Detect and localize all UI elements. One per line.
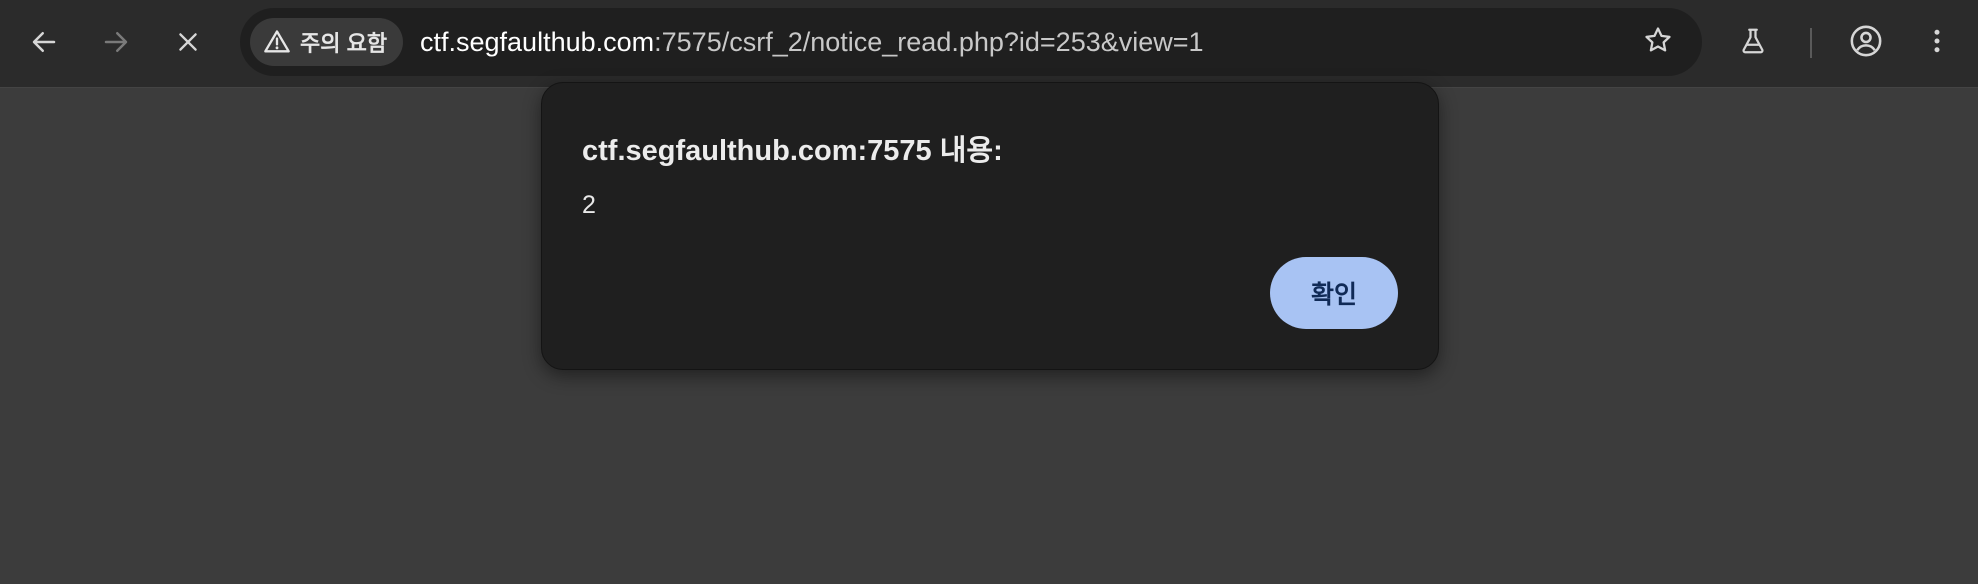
arrow-right-icon [101, 27, 131, 57]
url-path: :7575/csrf_2/notice_read.php?id=253&view… [654, 27, 1204, 57]
security-chip[interactable]: 주의 요함 [250, 18, 404, 66]
url-text[interactable]: ctf.segfaulthub.com:7575/csrf_2/notice_r… [420, 8, 1204, 76]
flask-icon [1738, 26, 1768, 61]
arrow-left-icon [29, 27, 59, 57]
account-circle-icon [1849, 24, 1883, 63]
dialog-message: 2 [582, 191, 596, 219]
bookmark-button[interactable] [1638, 22, 1678, 62]
browser-toolbar: 주의 요함 ctf.segfaulthub.com:7575/csrf_2/no… [0, 0, 1978, 88]
security-chip-label: 주의 요함 [300, 31, 388, 56]
stop-loading-button[interactable] [162, 16, 214, 68]
back-button[interactable] [18, 16, 70, 68]
browser-window: 주의 요함 ctf.segfaulthub.com:7575/csrf_2/no… [0, 0, 1978, 584]
browser-menu-button[interactable] [1912, 18, 1962, 68]
labs-button[interactable] [1728, 18, 1778, 68]
alert-dialog: ctf.segfaulthub.com:7575 내용: 2 확인 [541, 82, 1439, 370]
profile-button[interactable] [1841, 18, 1891, 68]
close-icon [175, 29, 201, 55]
forward-button[interactable] [90, 16, 142, 68]
dialog-title: ctf.segfaulthub.com:7575 내용: [582, 135, 1003, 167]
warning-triangle-icon [262, 27, 292, 57]
address-bar[interactable]: 주의 요함 ctf.segfaulthub.com:7575/csrf_2/no… [240, 8, 1702, 76]
kebab-menu-icon [1922, 26, 1952, 61]
ok-button[interactable]: 확인 [1270, 257, 1398, 329]
toolbar-divider [1810, 28, 1812, 58]
star-icon [1643, 25, 1673, 60]
url-host: ctf.segfaulthub.com [420, 27, 655, 57]
